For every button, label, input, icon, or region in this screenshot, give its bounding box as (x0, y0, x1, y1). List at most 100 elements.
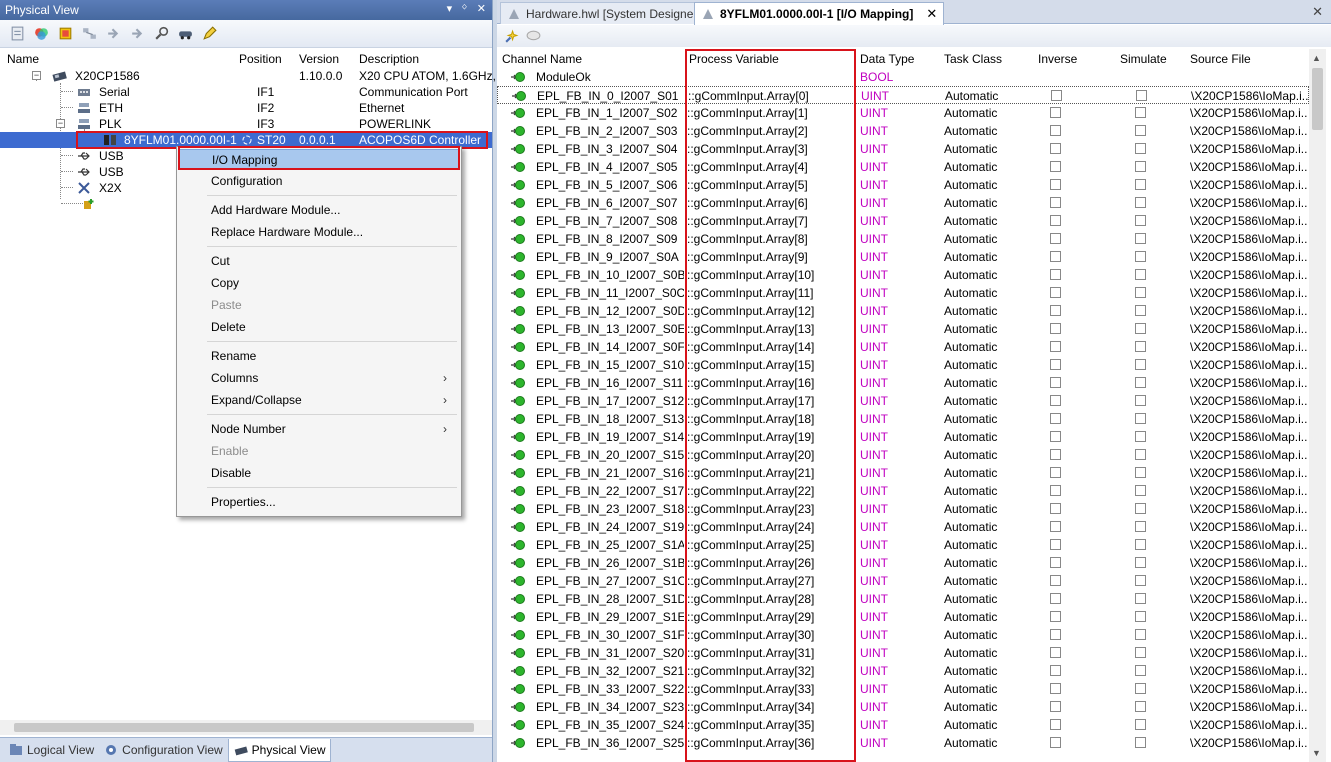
network-icon[interactable] (80, 24, 99, 43)
simulate-checkbox[interactable] (1135, 719, 1146, 730)
table-row[interactable]: EPL_FB_IN_8_I2007_S09::gCommInput.Array[… (497, 230, 1309, 248)
inverse-checkbox[interactable] (1050, 485, 1061, 496)
table-row[interactable]: EPL_FB_IN_34_I2007_S23::gCommInput.Array… (497, 698, 1309, 716)
table-row[interactable]: EPL_FB_IN_30_I2007_S1F::gCommInput.Array… (497, 626, 1309, 644)
table-row[interactable]: EPL_FB_IN_31_I2007_S20::gCommInput.Array… (497, 644, 1309, 662)
table-row[interactable]: EPL_FB_IN_18_I2007_S13::gCommInput.Array… (497, 410, 1309, 428)
inverse-checkbox[interactable] (1050, 521, 1061, 532)
arrow-right-icon[interactable] (104, 24, 123, 43)
cell-process-variable[interactable]: ::gCommInput.Array[9] (687, 250, 855, 264)
menu-item-columns[interactable]: Columns › (179, 368, 459, 389)
inverse-checkbox[interactable] (1050, 125, 1061, 136)
auto-map-icon[interactable] (502, 27, 521, 46)
pin-icon[interactable]: ᛜ (461, 2, 468, 15)
table-row[interactable]: EPL_FB_IN_3_I2007_S04::gCommInput.Array[… (497, 140, 1309, 158)
inverse-checkbox[interactable] (1050, 683, 1061, 694)
inverse-checkbox[interactable] (1050, 467, 1061, 478)
simulate-checkbox[interactable] (1135, 179, 1146, 190)
table-row[interactable]: EPL_FB_IN_10_I2007_S0B::gCommInput.Array… (497, 266, 1309, 284)
dropdown-icon[interactable]: ▾ (447, 2, 453, 15)
simulate-checkbox[interactable] (1135, 341, 1146, 352)
simulate-checkbox[interactable] (1135, 575, 1146, 586)
table-row[interactable]: EPL_FB_IN_5_I2007_S06::gCommInput.Array[… (497, 176, 1309, 194)
table-row[interactable]: EPL_FB_IN_36_I2007_S25::gCommInput.Array… (497, 734, 1309, 752)
table-row[interactable]: EPL_FB_IN_21_I2007_S16::gCommInput.Array… (497, 464, 1309, 482)
cell-process-variable[interactable]: ::gCommInput.Array[10] (687, 268, 855, 282)
inverse-checkbox[interactable] (1050, 323, 1061, 334)
cell-process-variable[interactable]: ::gCommInput.Array[11] (687, 286, 855, 300)
table-row[interactable]: EPL_FB_IN_32_I2007_S21::gCommInput.Array… (497, 662, 1309, 680)
cell-process-variable[interactable]: ::gCommInput.Array[30] (687, 628, 855, 642)
column-simulate[interactable]: Simulate (1120, 52, 1167, 66)
inverse-checkbox[interactable] (1050, 665, 1061, 676)
simulate-checkbox[interactable] (1135, 197, 1146, 208)
table-row[interactable]: EPL_FB_IN_26_I2007_S1B::gCommInput.Array… (497, 554, 1309, 572)
cell-process-variable[interactable]: ::gCommInput.Array[22] (687, 484, 855, 498)
simulate-checkbox[interactable] (1135, 665, 1146, 676)
table-row[interactable]: EPL_FB_IN_27_I2007_S1C::gCommInput.Array… (497, 572, 1309, 590)
inverse-checkbox[interactable] (1050, 629, 1061, 640)
inverse-checkbox[interactable] (1050, 539, 1061, 550)
menu-item-disable[interactable]: Disable (179, 463, 459, 484)
simulate-checkbox[interactable] (1135, 107, 1146, 118)
inverse-checkbox[interactable] (1050, 431, 1061, 442)
cell-process-variable[interactable]: ::gCommInput.Array[23] (687, 502, 855, 516)
table-row[interactable]: EPL_FB_IN_24_I2007_S19::gCommInput.Array… (497, 518, 1309, 536)
simulate-checkbox[interactable] (1135, 629, 1146, 640)
inverse-checkbox[interactable] (1050, 305, 1061, 316)
table-row[interactable]: EPL_FB_IN_23_I2007_S18::gCommInput.Array… (497, 500, 1309, 518)
simulate-checkbox[interactable] (1135, 377, 1146, 388)
simulate-checkbox[interactable] (1135, 125, 1146, 136)
simulate-checkbox[interactable] (1135, 431, 1146, 442)
inverse-checkbox[interactable] (1050, 611, 1061, 622)
simulate-checkbox[interactable] (1135, 395, 1146, 406)
inverse-checkbox[interactable] (1050, 413, 1061, 424)
menu-item-delete[interactable]: Delete (179, 317, 459, 338)
inverse-checkbox[interactable] (1050, 737, 1061, 748)
simulate-checkbox[interactable] (1135, 161, 1146, 172)
table-row[interactable]: EPL_FB_IN_4_I2007_S05::gCommInput.Array[… (497, 158, 1309, 176)
tab-logical-view[interactable]: Logical View (4, 739, 99, 762)
table-row[interactable]: EPL_FB_IN_35_I2007_S24::gCommInput.Array… (497, 716, 1309, 734)
cell-process-variable[interactable]: ::gCommInput.Array[8] (687, 232, 855, 246)
simulate-checkbox[interactable] (1135, 611, 1146, 622)
inverse-checkbox[interactable] (1050, 395, 1061, 406)
table-row[interactable]: EPL_FB_IN_28_I2007_S1D::gCommInput.Array… (497, 590, 1309, 608)
cell-process-variable[interactable]: ::gCommInput.Array[32] (687, 664, 855, 678)
cell-process-variable[interactable]: ::gCommInput.Array[3] (687, 142, 855, 156)
menu-item-expand-collapse[interactable]: Expand/Collapse › (179, 390, 459, 411)
cell-process-variable[interactable]: ::gCommInput.Array[27] (687, 574, 855, 588)
inverse-checkbox[interactable] (1050, 503, 1061, 514)
car-icon[interactable] (176, 24, 195, 43)
simulate-checkbox[interactable] (1135, 413, 1146, 424)
scroll-down-icon[interactable]: ▼ (1312, 748, 1321, 758)
menu-item-io-mapping[interactable]: I/O Mapping (179, 149, 459, 170)
menu-item-replace-hardware-module[interactable]: Replace Hardware Module... (179, 222, 459, 243)
cell-process-variable[interactable]: ::gCommInput.Array[29] (687, 610, 855, 624)
inverse-checkbox[interactable] (1050, 179, 1061, 190)
cell-process-variable[interactable]: ::gCommInput.Array[19] (687, 430, 855, 444)
cell-process-variable[interactable]: ::gCommInput.Array[6] (687, 196, 855, 210)
cell-process-variable[interactable]: ::gCommInput.Array[2] (687, 124, 855, 138)
table-row[interactable]: EPL_FB_IN_17_I2007_S12::gCommInput.Array… (497, 392, 1309, 410)
cell-process-variable[interactable]: ::gCommInput.Array[26] (687, 556, 855, 570)
close-document-icon[interactable]: ✕ (1312, 4, 1323, 20)
simulate-checkbox[interactable] (1135, 449, 1146, 460)
table-row[interactable]: EPL_FB_IN_29_I2007_S1E::gCommInput.Array… (497, 608, 1309, 626)
menu-item-rename[interactable]: Rename (179, 346, 459, 367)
column-name[interactable]: Name (7, 52, 39, 66)
simulate-checkbox[interactable] (1135, 683, 1146, 694)
inverse-checkbox[interactable] (1050, 143, 1061, 154)
scroll-up-icon[interactable]: ▲ (1312, 53, 1321, 63)
simulate-checkbox[interactable] (1135, 305, 1146, 316)
tab-hardware-hwl[interactable]: Hardware.hwl [System Designer] (500, 2, 708, 24)
simulate-checkbox[interactable] (1136, 90, 1147, 101)
arrow-forward-icon[interactable] (128, 24, 147, 43)
menu-item-node-number[interactable]: Node Number › (179, 419, 459, 440)
cell-process-variable[interactable]: ::gCommInput.Array[35] (687, 718, 855, 732)
simulate-checkbox[interactable] (1135, 521, 1146, 532)
cell-process-variable[interactable]: ::gCommInput.Array[24] (687, 520, 855, 534)
column-inverse[interactable]: Inverse (1038, 52, 1077, 66)
simulate-checkbox[interactable] (1135, 323, 1146, 334)
tree-node-serial[interactable]: Serial IF1 Communication Port (0, 84, 492, 100)
